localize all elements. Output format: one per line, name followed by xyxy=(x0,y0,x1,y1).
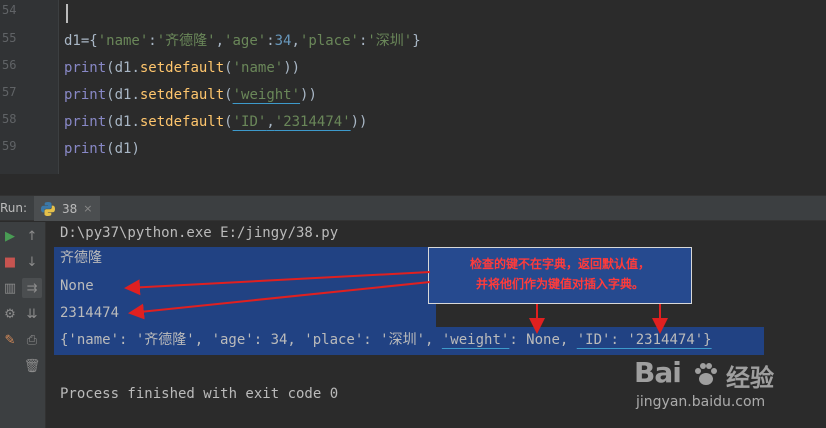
console-output-line: 齐德隆 xyxy=(60,250,102,266)
console-output-line: 2314474 xyxy=(60,305,120,321)
annotation-line: 并将他们作为键值对插入字典。 xyxy=(475,277,644,291)
pin-icon[interactable]: ✎ xyxy=(0,330,20,350)
id-value-highlight: : '2314474'} xyxy=(610,332,712,348)
weight-key-highlight: 'weight' xyxy=(441,332,510,348)
code-editor[interactable]: 54 55 56 57 58 59 d1={'name':'齐德隆','age'… xyxy=(0,0,826,174)
id-key-highlight: 'ID' xyxy=(232,114,267,130)
line-number: 59 xyxy=(2,139,17,153)
console-exit-message: Process finished with exit code 0 xyxy=(60,386,339,402)
code-area[interactable]: d1={'name':'齐德隆','age':34,'place':'深圳'} … xyxy=(64,0,826,174)
console-output-line: {'name': '齐德隆', 'age': 34, 'place': '深圳'… xyxy=(60,332,712,348)
run-tab-label: 38 xyxy=(62,201,78,216)
run-tool-window-header: Run: 38 × xyxy=(0,195,826,221)
console-toolbar: ▶ ↑ ■ ↓ ▥ ⇉ ⚙ ⇊ ✎ ⎙ 🗑 xyxy=(0,222,46,428)
annotation-callout: 检查的键不在字典，返回默认值， 并将他们作为键值对插入字典。 xyxy=(428,247,692,304)
code-line-55[interactable]: d1={'name':'齐德隆','age':34,'place':'深圳'} xyxy=(64,31,421,51)
watermark-url: jingyan.baidu.com xyxy=(636,394,766,410)
trash-icon[interactable]: 🗑 xyxy=(22,356,42,376)
run-tab[interactable]: 38 × xyxy=(34,196,100,221)
soft-wrap-icon[interactable]: ⇉ xyxy=(22,278,42,298)
line-number: 54 xyxy=(2,3,17,17)
code-line-58[interactable]: print(d1.setdefault('ID','2314474')) xyxy=(64,112,367,132)
paw-icon xyxy=(695,363,717,385)
settings-icon[interactable]: ⚙ xyxy=(0,304,20,324)
arrow-down-icon[interactable]: ↓ xyxy=(22,252,42,272)
layout-icon[interactable]: ▥ xyxy=(0,278,20,298)
code-line-59[interactable]: print(d1) xyxy=(64,139,140,159)
arrow-up-icon[interactable]: ↑ xyxy=(22,226,42,246)
close-icon[interactable]: × xyxy=(83,202,92,215)
scroll-to-end-icon[interactable]: ⇊ xyxy=(22,304,42,324)
baidu-logo-text: Bai xyxy=(634,356,682,389)
console-output-line: None xyxy=(60,278,94,294)
python-icon xyxy=(41,201,55,216)
print-icon[interactable]: ⎙ xyxy=(22,330,42,350)
code-line-57[interactable]: print(d1.setdefault('weight')) xyxy=(64,85,317,105)
stop-icon[interactable]: ■ xyxy=(0,252,20,272)
annotation-line: 检查的键不在字典，返回默认值， xyxy=(469,257,650,271)
line-number: 57 xyxy=(2,85,17,99)
console-command: D:\py37\python.exe E:/jingy/38.py xyxy=(60,225,339,241)
line-number-gutter: 54 55 56 57 58 59 xyxy=(0,0,59,174)
jingyan-logo-text: 经验 xyxy=(726,364,774,392)
weight-key-highlight: 'weight' xyxy=(232,87,301,103)
line-number: 58 xyxy=(2,112,17,126)
rerun-icon[interactable]: ▶ xyxy=(0,226,20,246)
code-line-56[interactable]: print(d1.setdefault('name')) xyxy=(64,58,300,78)
baidu-jingyan-watermark: Bai 经验 jingyan.baidu.com xyxy=(628,356,826,428)
id-key-highlight: 'ID' xyxy=(576,332,611,348)
id-value-highlight: '2314474' xyxy=(274,114,351,130)
line-number: 56 xyxy=(2,58,17,72)
run-label: Run: xyxy=(0,201,28,215)
line-number: 55 xyxy=(2,31,17,45)
